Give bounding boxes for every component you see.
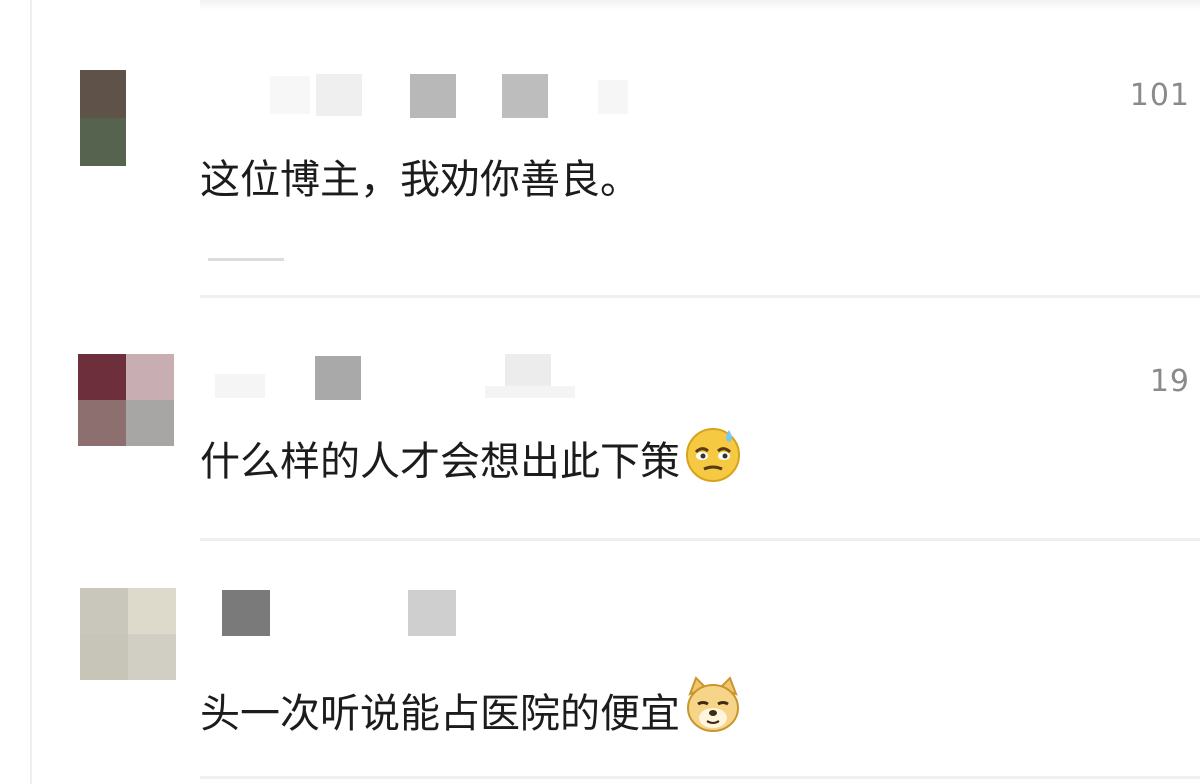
doge-face-icon: [682, 674, 744, 746]
comment-text: 头一次听说能占医院的便宜: [200, 676, 744, 738]
username-redacted[interactable]: [218, 588, 518, 638]
comment-body: 头一次听说能占医院的便宜: [200, 691, 680, 737]
avatar[interactable]: [80, 588, 176, 680]
comment-item: 头一次听说能占医院的便宜: [0, 0, 1200, 784]
divider: [200, 776, 1200, 779]
